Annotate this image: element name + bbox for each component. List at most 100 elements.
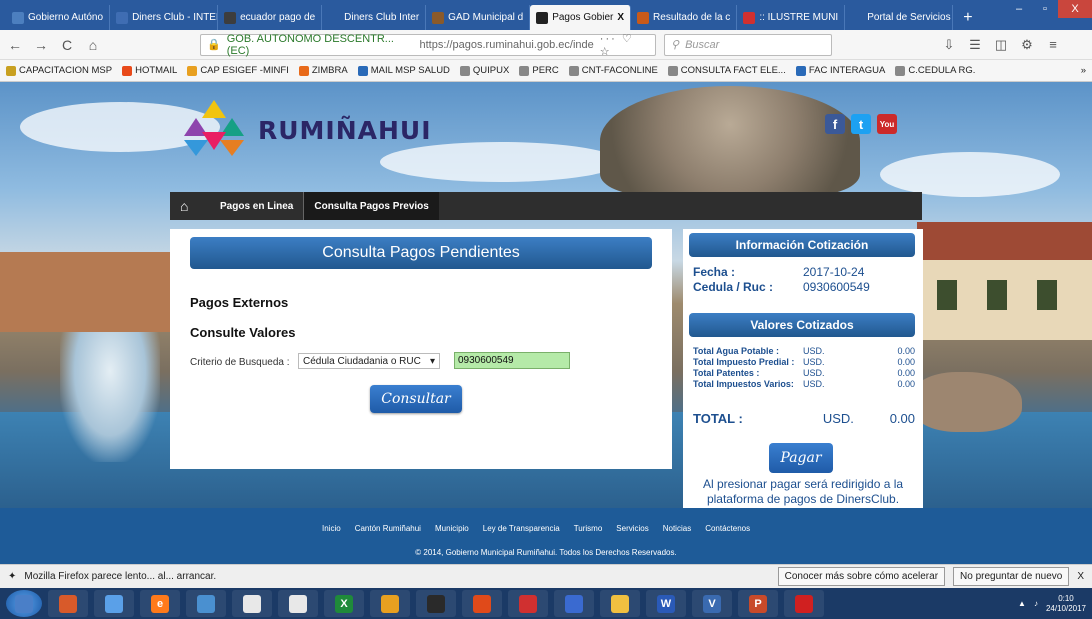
bookmark-item[interactable]: FAC INTERAGUA (795, 65, 885, 76)
twitter-icon[interactable]: t (851, 114, 871, 134)
taskbar-app[interactable] (370, 590, 410, 617)
copyright: © 2014, Gobierno Municipal Rumiñahui. To… (415, 548, 677, 557)
valor-row: Total Impuestos Varios: USD. 0.00 (693, 379, 915, 389)
close-tab-icon[interactable]: X (617, 12, 624, 23)
bookmarks-overflow-button[interactable]: » (1081, 65, 1086, 76)
facebook-icon[interactable]: f (825, 114, 845, 134)
total-label: TOTAL : (693, 411, 743, 426)
footer-link[interactable]: Contáctenos (705, 524, 750, 533)
download-icon[interactable]: ⇩ (940, 37, 958, 53)
bookmark-icon (895, 65, 906, 76)
bookmark-item[interactable]: C.CEDULA RG. (895, 65, 975, 76)
forward-button[interactable]: → (32, 37, 50, 53)
consultar-button[interactable]: Consultar (370, 385, 462, 413)
volume-icon[interactable]: ♪ (1034, 599, 1038, 608)
taskbar-app[interactable] (554, 590, 594, 617)
close-notification-icon[interactable]: X (1077, 571, 1084, 582)
bookmark-item[interactable]: CNT-FACONLINE (568, 65, 658, 76)
taskbar-app[interactable] (600, 590, 640, 617)
browser-tab[interactable]: Diners Club Inter (322, 5, 427, 30)
bookmark-icon (187, 65, 198, 76)
browser-tab[interactable]: ecuador pago de (218, 5, 323, 30)
browser-tab[interactable]: Portal de Servicios C (845, 5, 954, 30)
dont-ask-again-button[interactable]: No preguntar de nuevo (953, 567, 1070, 586)
taskbar-app-icon: X (335, 594, 353, 613)
cedula-input[interactable]: 0930600549 (454, 352, 570, 369)
start-button[interactable] (6, 590, 42, 617)
criterio-select[interactable]: Cédula Ciudadania o RUC ▾ (298, 353, 440, 369)
extension-icon[interactable]: ⚙ (1018, 37, 1036, 53)
lock-icon: 🔒 (207, 39, 221, 51)
home-button[interactable]: ⌂ (84, 37, 102, 53)
learn-more-button[interactable]: Conocer más sobre cómo acelerar (777, 567, 946, 586)
url-actions[interactable]: ··· ♡ ☆ (600, 32, 649, 58)
browser-tab[interactable]: Gobierno Autóno (6, 5, 111, 30)
taskbar-app-icon: P (749, 594, 767, 613)
bookmark-item[interactable]: CAP ESIGEF -MINFI (187, 65, 289, 76)
valor-cur: USD. (803, 346, 825, 356)
footer-link[interactable]: Turismo (574, 524, 603, 533)
pagar-button[interactable]: Pagar (769, 443, 833, 473)
taskbar-app[interactable] (48, 590, 88, 617)
search-input[interactable]: ⚲ Buscar (664, 33, 832, 56)
footer-link[interactable]: Municipio (435, 524, 469, 533)
menu-icon[interactable]: ≡ (1044, 37, 1062, 52)
footer-link[interactable]: Servicios (616, 524, 648, 533)
browser-tab[interactable]: :: ILUSTRE MUNI (737, 5, 846, 30)
minimize-button[interactable]: – (1006, 0, 1032, 18)
tab-favicon-icon (432, 11, 445, 24)
consulta-card: Consulta Pagos Pendientes Pagos Externos… (170, 229, 672, 469)
bookmark-item[interactable]: CAPACITACION MSP (6, 65, 112, 76)
footer-link[interactable]: Noticias (663, 524, 691, 533)
taskbar-app-icon: e (151, 594, 169, 613)
taskbar-app[interactable]: e (140, 590, 180, 617)
footer-link[interactable]: Cantón Rumiñahui (355, 524, 421, 533)
criterio-label: Criterio de Busqueda : (190, 357, 290, 368)
taskbar-app-icon (519, 594, 537, 613)
windows-taskbar: e X W V P ▲ ♪ 0:10 24/10/2017 (0, 588, 1092, 619)
new-tab-button[interactable]: + (953, 5, 982, 30)
taskbar-app[interactable]: X (324, 590, 364, 617)
taskbar-app[interactable] (462, 590, 502, 617)
taskbar-app[interactable] (784, 590, 824, 617)
taskbar-app[interactable] (508, 590, 548, 617)
taskbar-app[interactable] (416, 590, 456, 617)
taskbar-app[interactable]: W (646, 590, 686, 617)
taskbar-app[interactable] (278, 590, 318, 617)
browser-tab[interactable]: GAD Municipal d (426, 5, 531, 30)
site-logo[interactable]: RUMIÑAHUI (180, 96, 432, 164)
maximize-button[interactable]: ▫ (1032, 0, 1058, 18)
footer-link[interactable]: Ley de Transparencia (483, 524, 560, 533)
bookmark-item[interactable]: QUIPUX (459, 65, 509, 76)
bookmark-item[interactable]: PERC (519, 65, 559, 76)
bookmark-item[interactable]: MAIL MSP SALUD (357, 65, 450, 76)
taskbar-app[interactable]: P (738, 590, 778, 617)
bookmark-label: C.CEDULA RG. (908, 65, 976, 76)
network-icon[interactable]: ▲ (1018, 599, 1026, 608)
bookmark-item[interactable]: HOTMAIL (122, 65, 177, 76)
browser-tab[interactable]: Pagos Gobier X (530, 5, 632, 30)
url-bar[interactable]: 🔒 GOB. AUTONOMO DESCENTR... (EC) https:/… (200, 32, 656, 58)
reload-button[interactable]: C (58, 37, 76, 53)
footer-link[interactable]: Inicio (322, 524, 341, 533)
youtube-icon[interactable]: You (877, 114, 897, 134)
notification-text: Mozilla Firefox parece lento... al... ar… (24, 571, 217, 582)
browser-tab[interactable]: Resultado de la c (631, 5, 738, 30)
bookmark-icon (6, 65, 16, 76)
taskbar-app[interactable] (94, 590, 134, 617)
menu-item-pagos-en-linea[interactable]: Pagos en Linea (210, 192, 305, 220)
clock[interactable]: 0:10 24/10/2017 (1046, 594, 1086, 614)
sidebar-icon[interactable]: ◫ (992, 37, 1010, 53)
back-button[interactable]: ← (6, 37, 24, 53)
home-icon[interactable]: ⌂ (180, 198, 210, 214)
taskbar-app[interactable] (232, 590, 272, 617)
close-window-button[interactable]: X (1058, 0, 1092, 18)
browser-tab[interactable]: Diners Club - INTERD (110, 5, 219, 30)
firefox-notification-icon: ✦ (8, 571, 17, 582)
bookmark-item[interactable]: CONSULTA FACT ELE... (667, 65, 786, 76)
taskbar-app[interactable] (186, 590, 226, 617)
menu-item-consulta-pagos-previos[interactable]: Consulta Pagos Previos (304, 192, 439, 220)
bookmark-item[interactable]: ZIMBRA (298, 65, 348, 76)
library-icon[interactable]: ☰ (966, 37, 984, 53)
taskbar-app[interactable]: V (692, 590, 732, 617)
